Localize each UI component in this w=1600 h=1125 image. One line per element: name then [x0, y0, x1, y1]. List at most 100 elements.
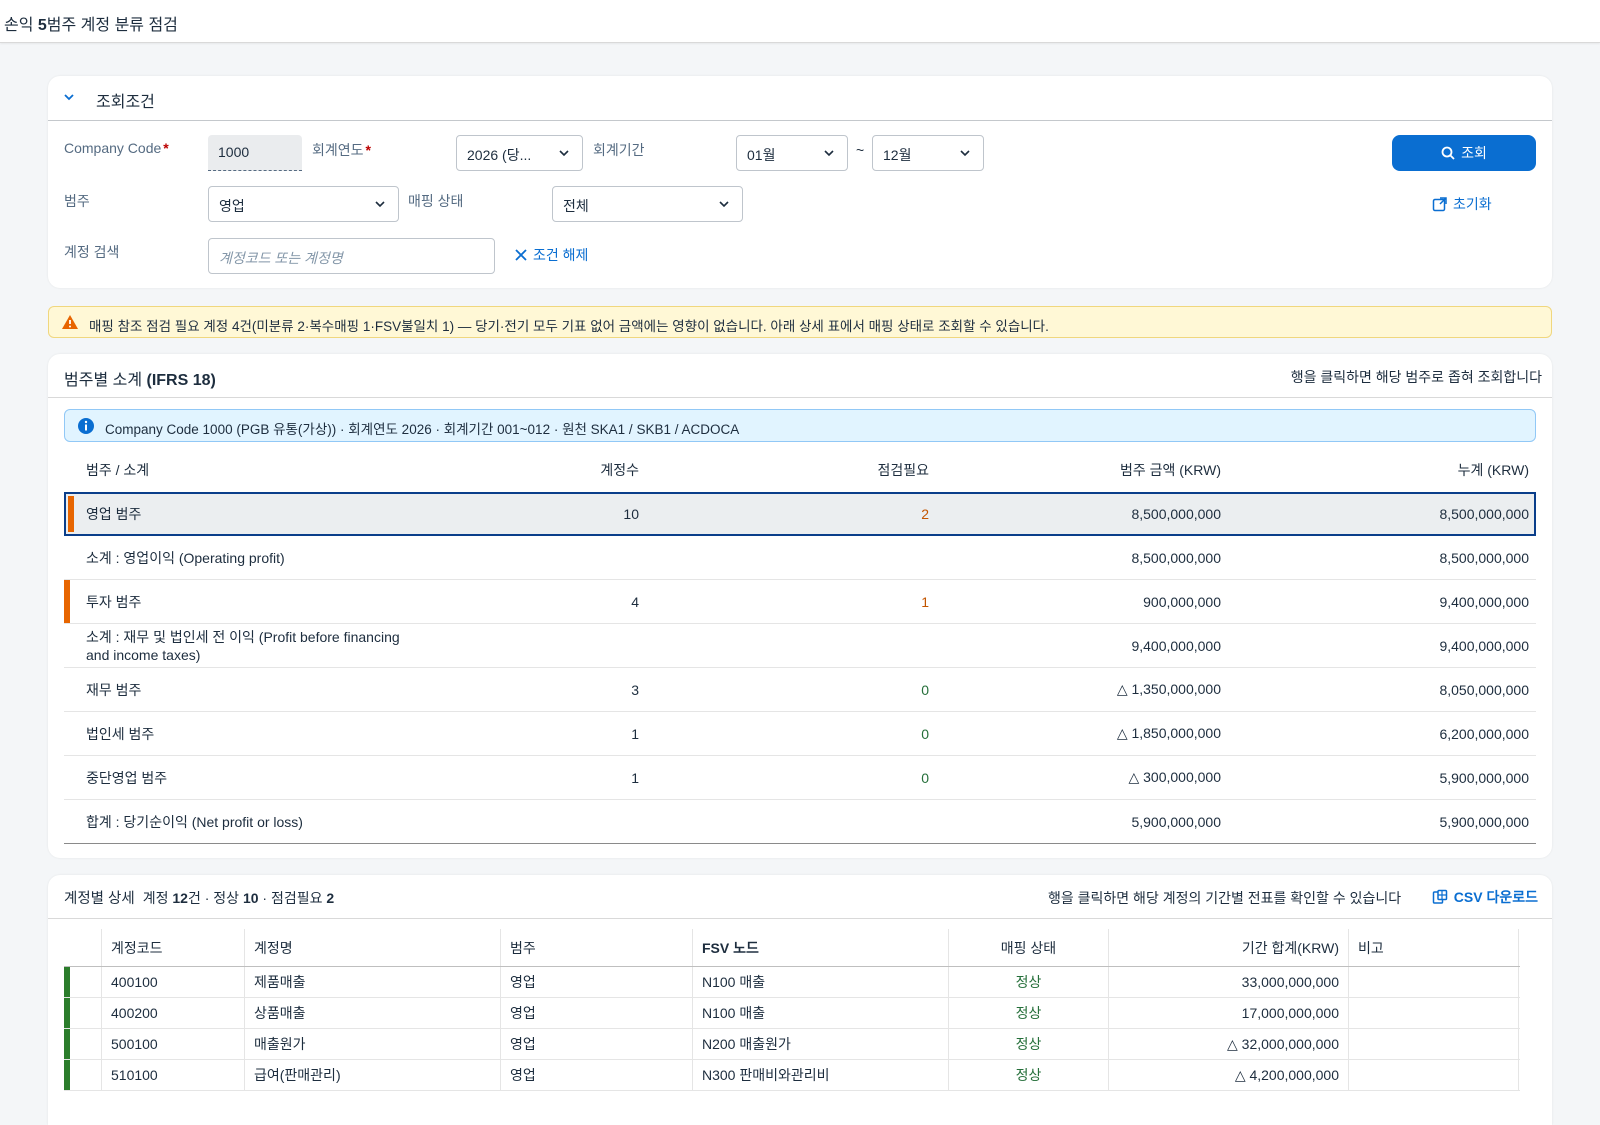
category-indicator	[68, 496, 74, 532]
cell-status: 정상	[949, 967, 1109, 997]
fiscal-year-select[interactable]: 2026 (당...	[456, 135, 583, 171]
row-name: 영업 범주	[86, 505, 142, 522]
cell-code: 510100	[102, 1060, 245, 1090]
cell-fsv: N100 매출	[693, 967, 949, 997]
row-check: 2	[921, 505, 929, 522]
summary-row-operating[interactable]: 영업 범주 10 2 8,500,000,000 8,500,000,000	[64, 492, 1536, 536]
status-indicator	[64, 967, 70, 997]
category-select[interactable]: 영업	[208, 186, 399, 222]
csv-download-button[interactable]: CSV 다운로드	[1432, 887, 1538, 907]
summary-row-financing[interactable]: 재무 범주 3 0 △ 1,350,000,000 8,050,000,000	[64, 668, 1536, 712]
company-code-label: Company Code *	[64, 140, 169, 156]
summary-row-subtotal[interactable]: 소계 : 재무 및 법인세 전 이익 (Profit before financ…	[64, 624, 1536, 668]
search-button-label: 조회	[1461, 145, 1487, 161]
mapping-status-select[interactable]: 전체	[552, 186, 743, 222]
csv-download-label: CSV 다운로드	[1453, 889, 1538, 905]
summary-row-subtotal[interactable]: 소계 : 영업이익 (Operating profit) 8,500,000,0…	[64, 536, 1536, 580]
summary-row-income-tax[interactable]: 법인세 범주 1 0 △ 1,850,000,000 6,200,000,000	[64, 712, 1536, 756]
table-row[interactable]: 510100 급여(판매관리) 영업 N300 판매비와관리비 정상 △ 4,2…	[64, 1060, 1520, 1091]
row-amount: 8,500,000,000	[1131, 549, 1221, 566]
cell-category: 영업	[501, 1060, 693, 1090]
row-name: 소계 : 재무 및 법인세 전 이익 (Profit before financ…	[86, 628, 400, 663]
cell-amount: △ 32,000,000,000	[1109, 1029, 1349, 1059]
row-name: 합계 : 당기순이익 (Net profit or loss)	[86, 813, 303, 830]
period-to-select[interactable]: 12월	[872, 135, 984, 171]
cell-name: 급여(판매관리)	[245, 1060, 501, 1090]
table-row[interactable]: 400200 상품매출 영업 N100 매출 정상 17,000,000,000	[64, 998, 1520, 1029]
row-count: 3	[631, 681, 639, 698]
chevron-down-icon[interactable]	[62, 90, 76, 104]
reset-icon	[1432, 196, 1447, 211]
row-name: 재무 범주	[86, 681, 142, 698]
summary-hint: 행을 클릭하면 해당 범주로 좁혀 조회합니다	[1290, 369, 1542, 385]
col-header-status[interactable]: 매핑 상태	[949, 929, 1109, 966]
summary-row-discontinued[interactable]: 중단영업 범주 1 0 △ 300,000,000 5,900,000,000	[64, 756, 1536, 800]
warning-icon	[62, 315, 78, 329]
category-summary-panel: 범주별 소계 (IFRS 18) 행을 클릭하면 해당 범주로 좁혀 조회합니다…	[48, 354, 1552, 858]
category-indicator	[64, 580, 70, 623]
cell-amount: △ 4,200,000,000	[1109, 1060, 1349, 1090]
page-title: 손익 5범주 계정 분류 점검	[4, 17, 178, 34]
company-code-field[interactable]: 1000	[208, 135, 302, 171]
col-header-name[interactable]: 계정명	[245, 929, 501, 966]
col-header-note[interactable]: 비고	[1349, 929, 1519, 966]
summary-row-total[interactable]: 합계 : 당기순이익 (Net profit or loss) 5,900,00…	[64, 800, 1536, 844]
reset-button[interactable]: 초기화	[1432, 194, 1492, 214]
col-header-category: 범주 / 소계	[86, 462, 150, 478]
detail-title: 계정별 상세 계정 12건 · 정상 10 · 점검필요 2	[64, 890, 335, 907]
chevron-down-icon	[960, 150, 970, 157]
cell-category: 영업	[501, 998, 693, 1028]
account-search-input[interactable]: 계정코드 또는 계정명	[208, 238, 495, 274]
filter-section-title: 조회조건	[96, 94, 155, 111]
period-label: 회계기간	[593, 142, 645, 158]
filter-panel: 조회조건 Company Code * 1000 회계연도 * 2026 (당...…	[48, 76, 1552, 288]
summary-table: 범주 / 소계 계정수 점검필요 범주 금액 (KRW) 누계 (KRW) 영업…	[64, 448, 1536, 844]
cell-note	[1349, 1029, 1519, 1059]
mapping-status-label: 매핑 상태	[408, 193, 464, 209]
clear-filters-button[interactable]: 조건 해제	[515, 245, 588, 265]
cell-code: 400100	[102, 967, 245, 997]
row-amount: 900,000,000	[1143, 593, 1221, 610]
col-header-cumulative: 누계 (KRW)	[1457, 462, 1529, 478]
row-cumulative: 8,500,000,000	[1439, 505, 1529, 522]
period-from-select[interactable]: 01월	[736, 135, 848, 171]
info-message-strip: Company Code 1000 (PGB 유통(가상)) · 회계연도 20…	[64, 409, 1536, 442]
row-cumulative: 9,400,000,000	[1439, 637, 1529, 654]
row-indicator-cell	[64, 1060, 102, 1090]
cell-status: 정상	[949, 998, 1109, 1028]
chevron-down-icon	[824, 150, 834, 157]
detail-hint: 행을 클릭하면 해당 계정의 기간별 전표를 확인할 수 있습니다	[1048, 890, 1402, 906]
cell-note	[1349, 1060, 1519, 1090]
row-count: 4	[631, 593, 639, 610]
clear-filters-label: 조건 해제	[533, 247, 589, 263]
search-button[interactable]: 조회	[1392, 135, 1536, 171]
filter-header[interactable]: 조회조건	[48, 76, 1552, 121]
cell-amount: 17,000,000,000	[1109, 998, 1349, 1028]
table-row[interactable]: 400100 제품매출 영업 N100 매출 정상 33,000,000,000	[64, 967, 1520, 998]
row-cumulative: 8,050,000,000	[1439, 681, 1529, 698]
col-header-amount: 범주 금액 (KRW)	[1119, 462, 1221, 478]
row-name: 투자 범주	[86, 593, 142, 610]
cell-name: 상품매출	[245, 998, 501, 1028]
cell-note	[1349, 998, 1519, 1028]
row-amount: △ 300,000,000	[1128, 769, 1221, 785]
col-header-amount[interactable]: 기간 합계(KRW)	[1109, 929, 1349, 966]
col-header-code[interactable]: 계정코드	[102, 929, 245, 966]
row-indicator-cell	[64, 967, 102, 997]
cell-fsv: N100 매출	[693, 998, 949, 1028]
detail-table-header: 계정코드 계정명 범주 FSV 노드 매핑 상태 기간 합계(KRW) 비고	[64, 929, 1520, 967]
info-icon	[78, 418, 94, 434]
row-name: 법인세 범주	[86, 725, 155, 742]
row-indicator-cell	[64, 998, 102, 1028]
summary-row-investing[interactable]: 투자 범주 4 1 900,000,000 9,400,000,000	[64, 580, 1536, 624]
table-row[interactable]: 500100 매출원가 영업 N200 매출원가 정상 △ 32,000,000…	[64, 1029, 1520, 1060]
cell-amount: 33,000,000,000	[1109, 967, 1349, 997]
col-header-fsv[interactable]: FSV 노드	[693, 929, 949, 966]
col-header-count: 계정수	[600, 462, 639, 478]
row-name: 중단영업 범주	[86, 769, 168, 786]
row-amount: 5,900,000,000	[1131, 813, 1221, 830]
col-header-category[interactable]: 범주	[501, 929, 693, 966]
row-check: 0	[921, 681, 929, 698]
cell-note	[1349, 967, 1519, 997]
row-amount: △ 1,850,000,000	[1116, 725, 1221, 741]
